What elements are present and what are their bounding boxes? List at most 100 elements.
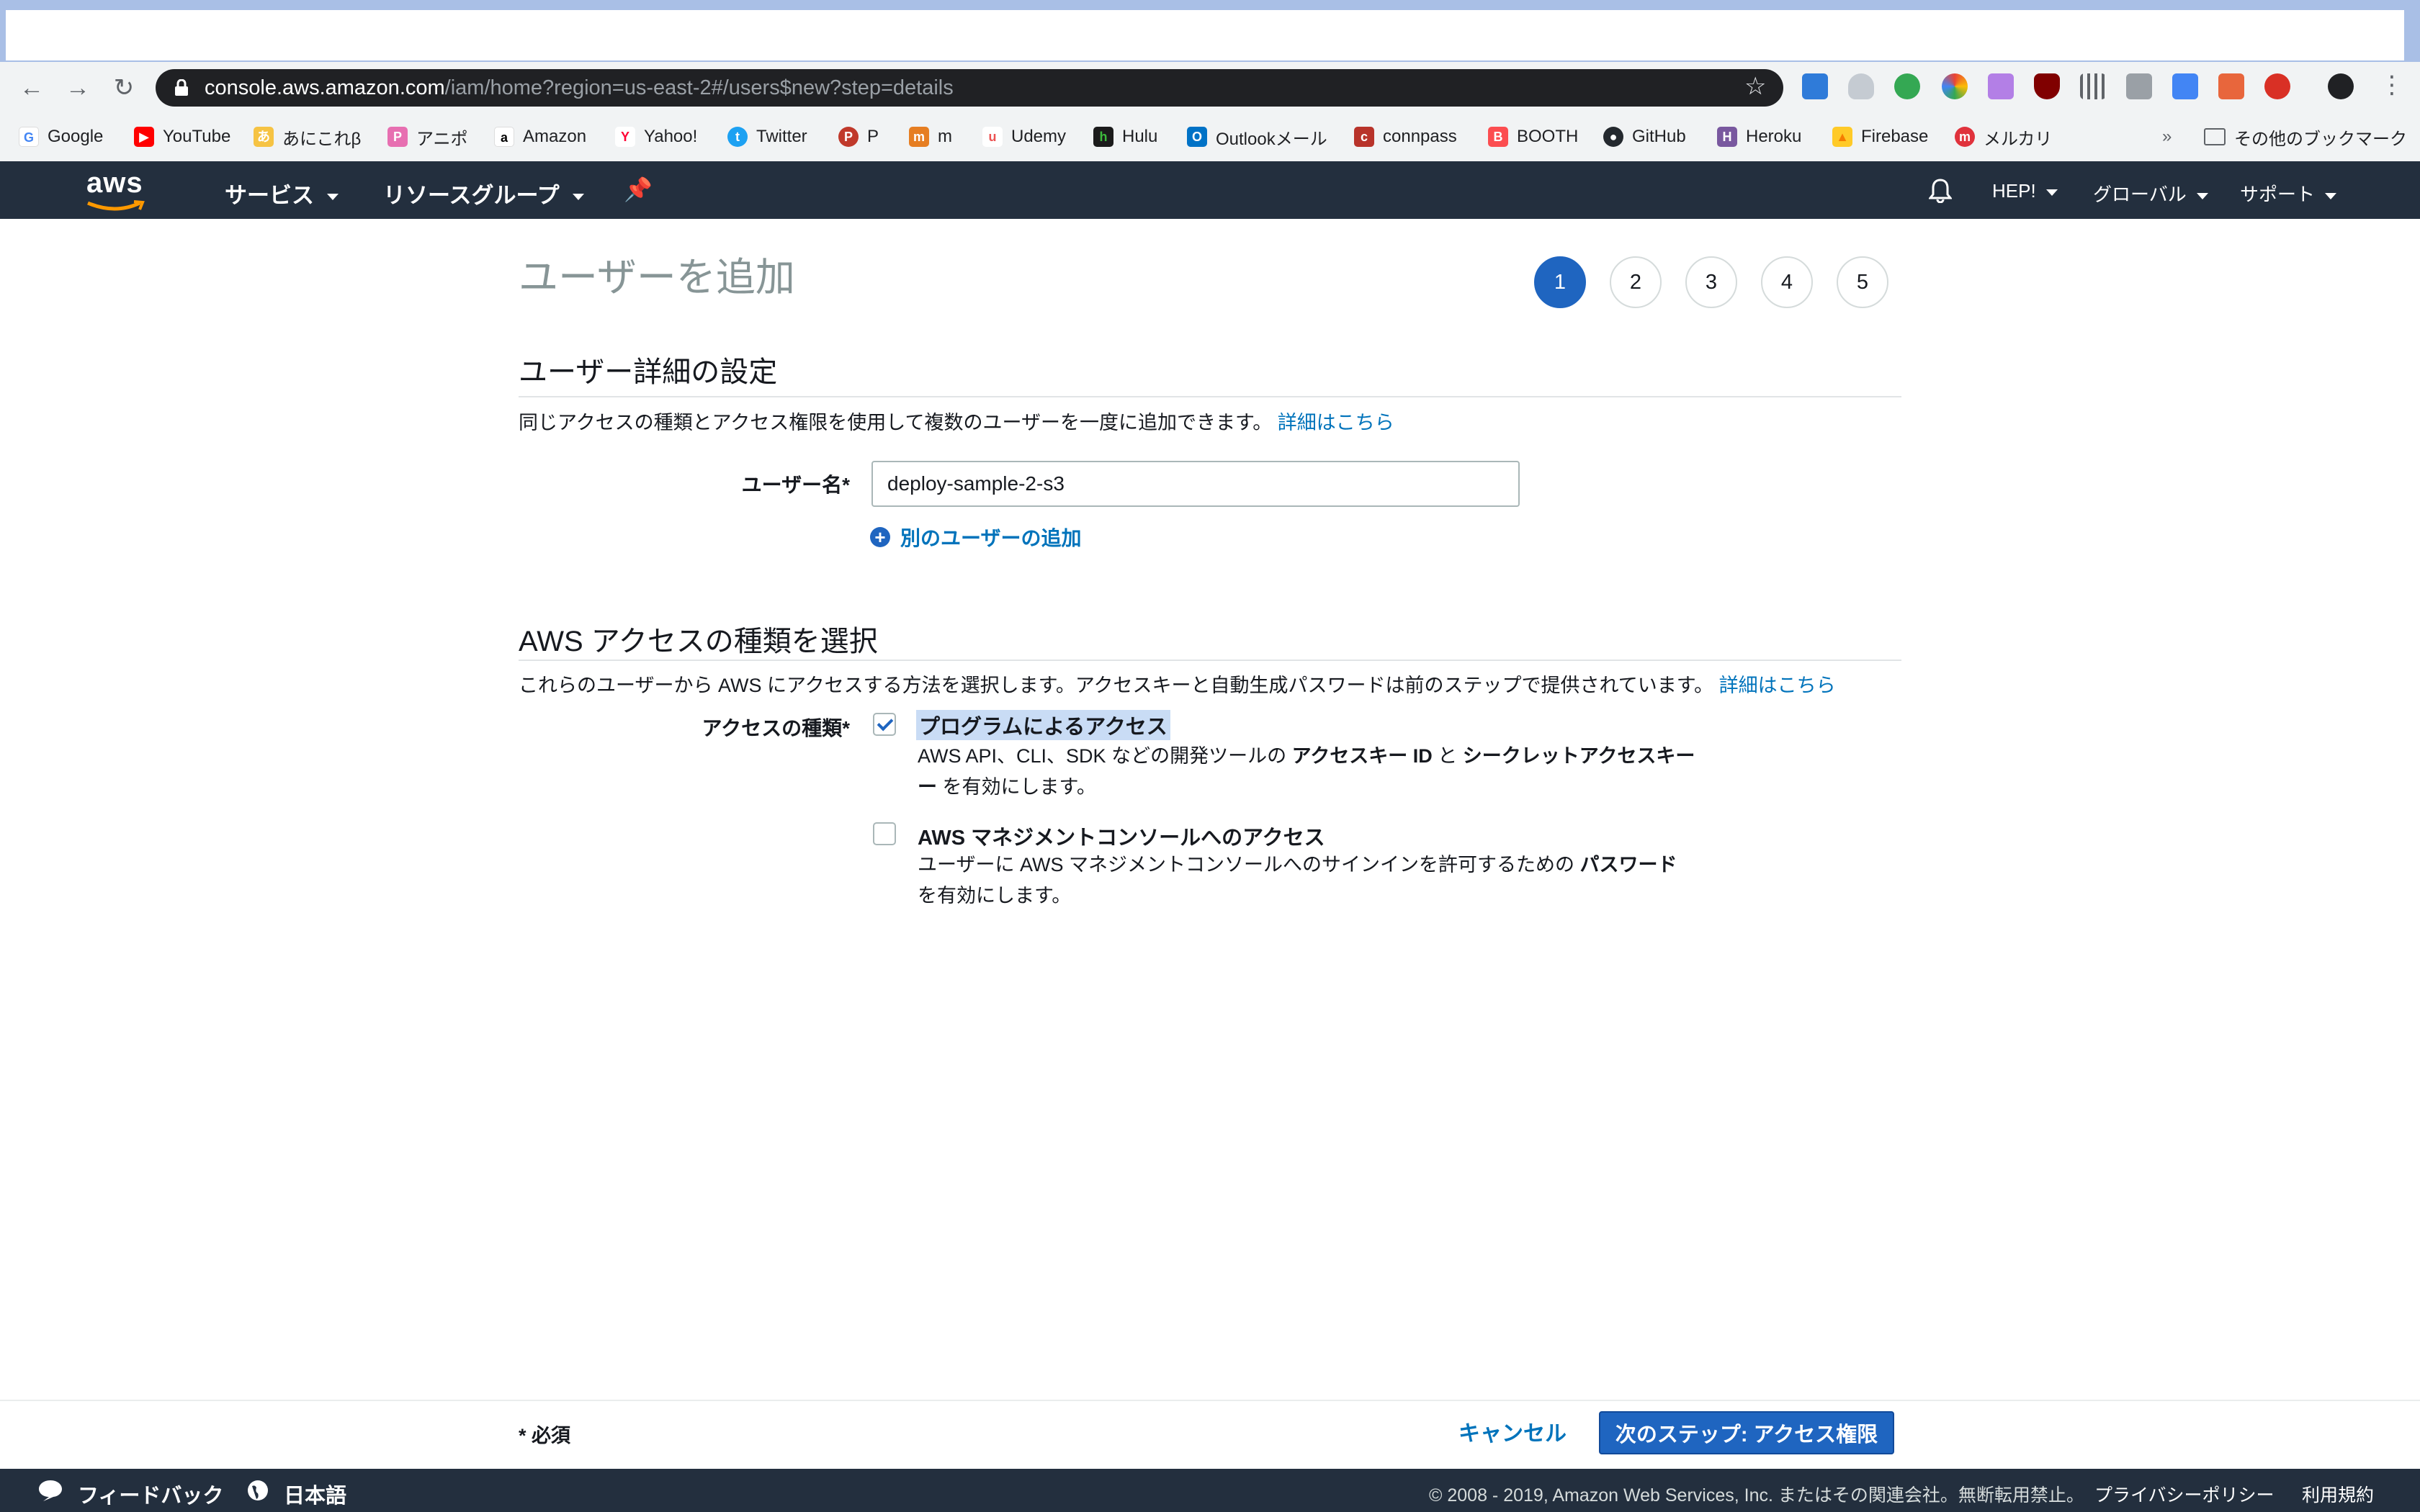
bookmark-star-icon[interactable]: ☆ xyxy=(1744,72,1766,101)
bookmark-label: GitHub xyxy=(1632,127,1686,146)
description-text: 同じアクセスの種類とアクセス権限を使用して複数のユーザーを一度に追加できます。 xyxy=(519,412,1273,433)
next-step-button[interactable]: 次のステップ: アクセス権限 xyxy=(1599,1411,1894,1454)
bookmark-yahoo[interactable]: Y Yahoo! xyxy=(615,122,697,151)
p-icon: P xyxy=(838,127,859,147)
overflow-label: » xyxy=(2162,127,2172,146)
programmatic-access-checkbox[interactable] xyxy=(873,713,896,736)
cancel-button[interactable]: キャンセル xyxy=(1458,1416,1567,1447)
desc-text: AWS API、CLI、SDK などの開発ツールの xyxy=(918,745,1287,767)
profile-avatar[interactable] xyxy=(2328,73,2354,99)
extension-green-icon[interactable] xyxy=(1894,73,1920,99)
color-picker-icon[interactable] xyxy=(1942,73,1968,99)
bookmark-youtube[interactable]: ▶ YouTube xyxy=(134,122,230,151)
add-user-label: 別のユーザーの追加 xyxy=(900,527,1082,549)
bookmark-udemy[interactable]: u Udemy xyxy=(982,122,1066,151)
reload-icon[interactable]: ↻ xyxy=(107,71,141,105)
learn-more-link[interactable]: 詳細はこちら xyxy=(1719,675,1836,696)
other-bookmarks-folder[interactable]: その他のブックマーク xyxy=(2204,122,2407,151)
bookmark-connpass[interactable]: c connpass xyxy=(1354,122,1457,151)
desc-text: を有効にします。 xyxy=(942,776,1096,798)
pin-icon[interactable]: 📌 xyxy=(624,176,653,203)
lock-icon xyxy=(175,79,188,96)
hulu-icon: h xyxy=(1093,127,1113,147)
privacy-policy-link[interactable]: プライバシーポリシー xyxy=(2094,1481,2275,1507)
region-menu[interactable]: グローバル xyxy=(2093,180,2208,207)
google-icon: G xyxy=(19,127,39,147)
desc-text: と xyxy=(1438,745,1458,767)
extension-red-icon[interactable] xyxy=(2264,73,2290,99)
booth-icon: B xyxy=(1488,127,1508,147)
resource-groups-menu[interactable]: リソースグループ xyxy=(383,177,584,210)
extension-orange-icon[interactable] xyxy=(2218,73,2244,99)
address-bar[interactable]: console.aws.amazon.com/iam/home?region=u… xyxy=(156,69,1783,107)
user-details-heading: ユーザー詳細の設定 xyxy=(519,356,778,388)
step-4[interactable]: 4 xyxy=(1761,256,1813,308)
back-icon[interactable]: ← xyxy=(14,71,49,105)
bookmark-heroku[interactable]: H Heroku xyxy=(1717,122,1801,151)
equalizer-icon[interactable] xyxy=(2080,73,2106,99)
bookmark-google[interactable]: G Google xyxy=(19,122,103,151)
section-divider xyxy=(519,396,1901,397)
desc-bold: パスワード xyxy=(1579,854,1677,876)
bookmark-firebase[interactable]: ▲ Firebase xyxy=(1832,122,1928,151)
udemy-icon: u xyxy=(982,127,1003,147)
username-input[interactable] xyxy=(871,461,1520,507)
bookmark-mercari[interactable]: m メルカリ xyxy=(1955,122,2052,151)
bookmark-label: Yahoo! xyxy=(644,127,698,146)
page-title: ユーザーを追加 xyxy=(519,255,795,300)
chrome-menu-icon[interactable]: ⋮ xyxy=(2380,71,2404,99)
pocket-icon[interactable] xyxy=(1848,73,1874,99)
translate-icon[interactable] xyxy=(2172,73,2198,99)
bookmarks-overflow-chevron[interactable]: » xyxy=(2162,122,2172,151)
heroku-icon: H xyxy=(1717,127,1737,147)
bookmark-anipo[interactable]: P アニポ xyxy=(387,122,468,151)
language-selector[interactable]: 日本語 xyxy=(284,1479,346,1509)
bookmark-twitter[interactable]: t Twitter xyxy=(727,122,807,151)
support-menu[interactable]: サポート xyxy=(2240,180,2337,207)
bookmark-anikore[interactable]: ああにこれβ xyxy=(254,122,361,151)
services-menu[interactable]: サービス xyxy=(225,177,339,210)
console-access-checkbox[interactable] xyxy=(873,822,896,845)
bookmark-booth[interactable]: B BOOTH xyxy=(1488,122,1578,151)
add-another-user-link[interactable]: + 別のユーザーの追加 xyxy=(870,523,1081,552)
bookmark-label: アニポ xyxy=(416,129,468,149)
learn-more-link[interactable]: 詳細はこちら xyxy=(1278,412,1394,433)
bookmark-outlook[interactable]: O Outlookメール xyxy=(1187,122,1327,151)
ublock-icon[interactable] xyxy=(2034,73,2060,99)
region-label: グローバル xyxy=(2093,184,2187,205)
bookmark-label: Firebase xyxy=(1861,127,1929,146)
user-details-description: 同じアクセスの種類とアクセス権限を使用して複数のユーザーを一度に追加できます。 … xyxy=(519,407,1394,435)
bookmark-hulu[interactable]: h Hulu xyxy=(1093,122,1157,151)
step-1[interactable]: 1 xyxy=(1534,256,1586,308)
bookmark-m[interactable]: mm xyxy=(909,122,952,151)
bookmark-label: Twitter xyxy=(756,127,807,146)
bell-icon[interactable] xyxy=(1929,177,1952,203)
resource-groups-label: リソースグループ xyxy=(383,183,560,208)
step-2[interactable]: 2 xyxy=(1610,256,1662,308)
bookmark-label: Heroku xyxy=(1746,127,1802,146)
mercari-icon: m xyxy=(1955,127,1975,147)
account-menu[interactable]: HEP! xyxy=(1992,180,2058,202)
step-3[interactable]: 3 xyxy=(1685,256,1737,308)
bookmark-amazon[interactable]: a Amazon xyxy=(494,122,586,151)
desc-bold: アクセスキー ID xyxy=(1291,745,1433,767)
services-label: サービス xyxy=(225,183,314,208)
extension-purple-icon[interactable] xyxy=(1988,73,2014,99)
username-label: ユーザー名* xyxy=(741,474,850,496)
programmatic-access-description: AWS API、CLI、SDK などの開発ツールの アクセスキー ID と シー… xyxy=(918,741,1710,803)
bookmark-label: Google xyxy=(48,127,104,146)
console-access-title[interactable]: AWS マネジメントコンソールへのアクセス xyxy=(918,821,1325,851)
section-divider xyxy=(519,660,1901,661)
terms-link[interactable]: 利用規約 xyxy=(2302,1481,2374,1507)
programmatic-access-title[interactable]: プログラムによるアクセス xyxy=(916,710,1170,740)
step-5[interactable]: 5 xyxy=(1837,256,1888,308)
bookmark-github[interactable]: ● GitHub xyxy=(1603,122,1686,151)
screen-icon[interactable] xyxy=(2126,73,2152,99)
copyright-text: © 2008 - 2019, Amazon Web Services, Inc.… xyxy=(1429,1485,2084,1506)
aws-smile-icon xyxy=(87,200,145,211)
bookmark-p[interactable]: PP xyxy=(838,122,879,151)
aws-logo[interactable]: aws xyxy=(86,167,143,199)
extension-s-icon[interactable] xyxy=(1802,73,1828,99)
feedback-link[interactable]: フィードバック xyxy=(78,1479,223,1509)
forward-icon[interactable]: → xyxy=(60,71,95,105)
